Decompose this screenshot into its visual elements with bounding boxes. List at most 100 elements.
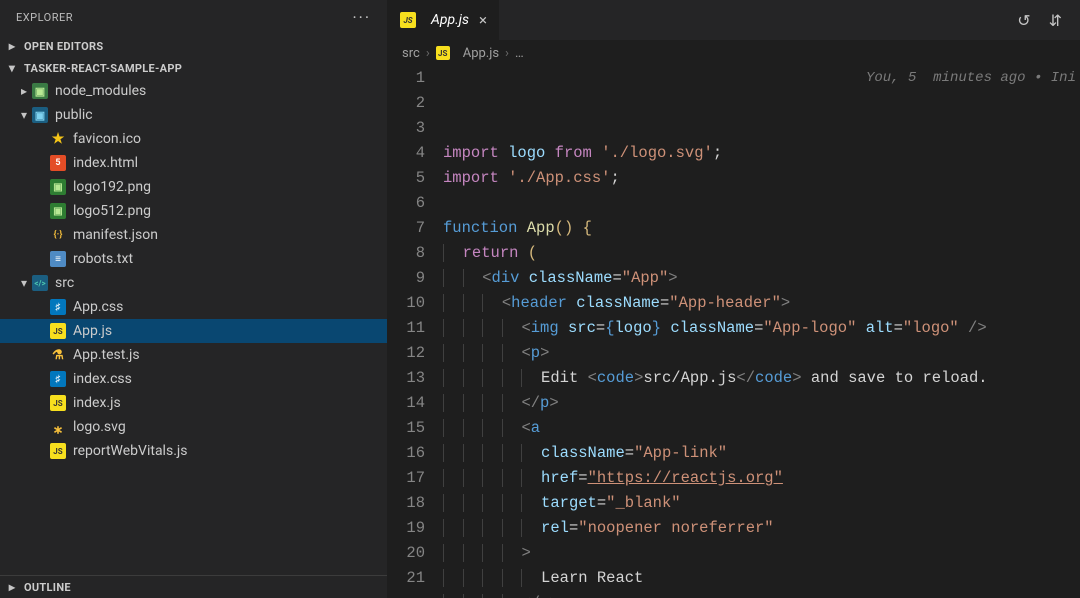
outline-label: OUTLINE xyxy=(24,581,71,594)
test-icon xyxy=(50,347,66,363)
code-line-19[interactable]: </a> xyxy=(443,591,1080,598)
code-line-16[interactable]: rel="noopener noreferrer" xyxy=(443,516,1080,541)
outline-section[interactable]: OUTLINE xyxy=(0,575,387,598)
file-label: index.html xyxy=(73,155,138,171)
folder-icon xyxy=(32,107,48,123)
code-line-5[interactable]: return ( xyxy=(443,241,1080,266)
file-label: App.test.js xyxy=(73,347,140,363)
file-label: index.js xyxy=(73,395,121,411)
txt-icon xyxy=(50,251,66,267)
folder-node_modules[interactable]: node_modules xyxy=(0,79,387,103)
code-line-15[interactable]: target="_blank" xyxy=(443,491,1080,516)
json-icon xyxy=(50,227,66,243)
file-label: robots.txt xyxy=(73,251,133,267)
code-line-4[interactable]: function App() { xyxy=(443,216,1080,241)
css-icon xyxy=(50,299,66,315)
file-logo192.png[interactable]: logo192.png xyxy=(0,175,387,199)
code-line-2[interactable]: import './App.css'; xyxy=(443,166,1080,191)
file-label: App.css xyxy=(73,299,123,315)
img-icon xyxy=(50,179,66,195)
crumb-file[interactable]: App.js xyxy=(463,46,499,61)
project-section[interactable]: TASKER-REACT-SAMPLE-APP xyxy=(0,57,387,79)
line-gutter: 123456789101112131415161718192021 xyxy=(388,66,443,598)
svg-icon xyxy=(50,419,66,435)
chevron-right-icon: › xyxy=(426,46,430,61)
js-icon xyxy=(50,323,66,339)
file-index.js[interactable]: index.js xyxy=(0,391,387,415)
explorer-header: EXPLORER ··· xyxy=(0,0,387,35)
explorer-more-icon[interactable]: ··· xyxy=(352,8,371,27)
chevron-right-icon: › xyxy=(505,46,509,61)
git-blame-hint: You, 5 minutes ago • Ini xyxy=(866,66,1080,91)
chevron-down-icon xyxy=(18,108,30,122)
code-text[interactable]: You, 5 minutes ago • Ini import logo fro… xyxy=(443,66,1080,598)
file-label: public xyxy=(55,107,93,123)
folder-icon xyxy=(32,275,48,291)
file-label: manifest.json xyxy=(73,227,158,243)
code-line-9[interactable]: <p> xyxy=(443,341,1080,366)
code-line-12[interactable]: <a xyxy=(443,416,1080,441)
project-label: TASKER-REACT-SAMPLE-APP xyxy=(24,62,182,75)
editor-pane: App.js × ↺ ⇵ src › App.js › … 1234567891… xyxy=(388,0,1080,598)
js-icon xyxy=(50,443,66,459)
explorer-sidebar: EXPLORER ··· OPEN EDITORS TASKER-REACT-S… xyxy=(0,0,388,598)
file-App.css[interactable]: App.css xyxy=(0,295,387,319)
file-index.html[interactable]: index.html xyxy=(0,151,387,175)
file-manifest.json[interactable]: manifest.json xyxy=(0,223,387,247)
tab-app-js[interactable]: App.js × xyxy=(388,0,499,40)
css-icon xyxy=(50,371,66,387)
folder-icon xyxy=(32,83,48,99)
code-line-11[interactable]: </p> xyxy=(443,391,1080,416)
file-App.js[interactable]: App.js xyxy=(0,319,387,343)
close-icon[interactable]: × xyxy=(477,11,489,29)
editor-actions: ↺ ⇵ xyxy=(1017,11,1080,30)
file-label: index.css xyxy=(73,371,132,387)
chevron-down-icon xyxy=(6,61,18,75)
file-robots.txt[interactable]: robots.txt xyxy=(0,247,387,271)
file-label: logo512.png xyxy=(73,203,151,219)
tab-label: App.js xyxy=(431,12,469,28)
folder-src[interactable]: src xyxy=(0,271,387,295)
code-editor[interactable]: 123456789101112131415161718192021 You, 5… xyxy=(388,66,1080,598)
code-line-6[interactable]: <div className="App"> xyxy=(443,266,1080,291)
file-favicon.ico[interactable]: favicon.ico xyxy=(0,127,387,151)
compare-icon[interactable]: ⇵ xyxy=(1049,11,1062,30)
breadcrumb[interactable]: src › App.js › … xyxy=(388,40,1080,66)
file-App.test.js[interactable]: App.test.js xyxy=(0,343,387,367)
file-label: reportWebVitals.js xyxy=(73,443,187,459)
code-line-18[interactable]: Learn React xyxy=(443,566,1080,591)
code-line-7[interactable]: <header className="App-header"> xyxy=(443,291,1080,316)
file-label: logo.svg xyxy=(73,419,126,435)
chevron-right-icon xyxy=(6,580,18,594)
code-line-14[interactable]: href="https://reactjs.org" xyxy=(443,466,1080,491)
file-index.css[interactable]: index.css xyxy=(0,367,387,391)
file-label: favicon.ico xyxy=(73,131,141,147)
crumb-more[interactable]: … xyxy=(515,46,524,61)
chevron-right-icon xyxy=(18,84,30,98)
explorer-title: EXPLORER xyxy=(16,11,73,24)
file-label: node_modules xyxy=(55,83,146,99)
file-logo.svg[interactable]: logo.svg xyxy=(0,415,387,439)
js-icon xyxy=(436,46,450,60)
file-label: App.js xyxy=(73,323,112,339)
code-line-3[interactable] xyxy=(443,191,1080,216)
crumb-src[interactable]: src xyxy=(402,46,420,61)
open-editors-section[interactable]: OPEN EDITORS xyxy=(0,35,387,57)
file-logo512.png[interactable]: logo512.png xyxy=(0,199,387,223)
code-line-8[interactable]: <img src={logo} className="App-logo" alt… xyxy=(443,316,1080,341)
tab-bar: App.js × ↺ ⇵ xyxy=(388,0,1080,40)
file-reportWebVitals.js[interactable]: reportWebVitals.js xyxy=(0,439,387,463)
code-line-17[interactable]: > xyxy=(443,541,1080,566)
folder-public[interactable]: public xyxy=(0,103,387,127)
code-line-13[interactable]: className="App-link" xyxy=(443,441,1080,466)
img-icon xyxy=(50,203,66,219)
star-icon xyxy=(50,131,66,147)
chevron-down-icon xyxy=(18,276,30,290)
file-label: logo192.png xyxy=(73,179,151,195)
chevron-right-icon xyxy=(6,39,18,53)
file-label: src xyxy=(55,275,74,291)
code-line-1[interactable]: import logo from './logo.svg'; xyxy=(443,141,1080,166)
history-icon[interactable]: ↺ xyxy=(1017,11,1030,30)
code-line-10[interactable]: Edit <code>src/App.js</code> and save to… xyxy=(443,366,1080,391)
js-icon xyxy=(400,12,416,28)
